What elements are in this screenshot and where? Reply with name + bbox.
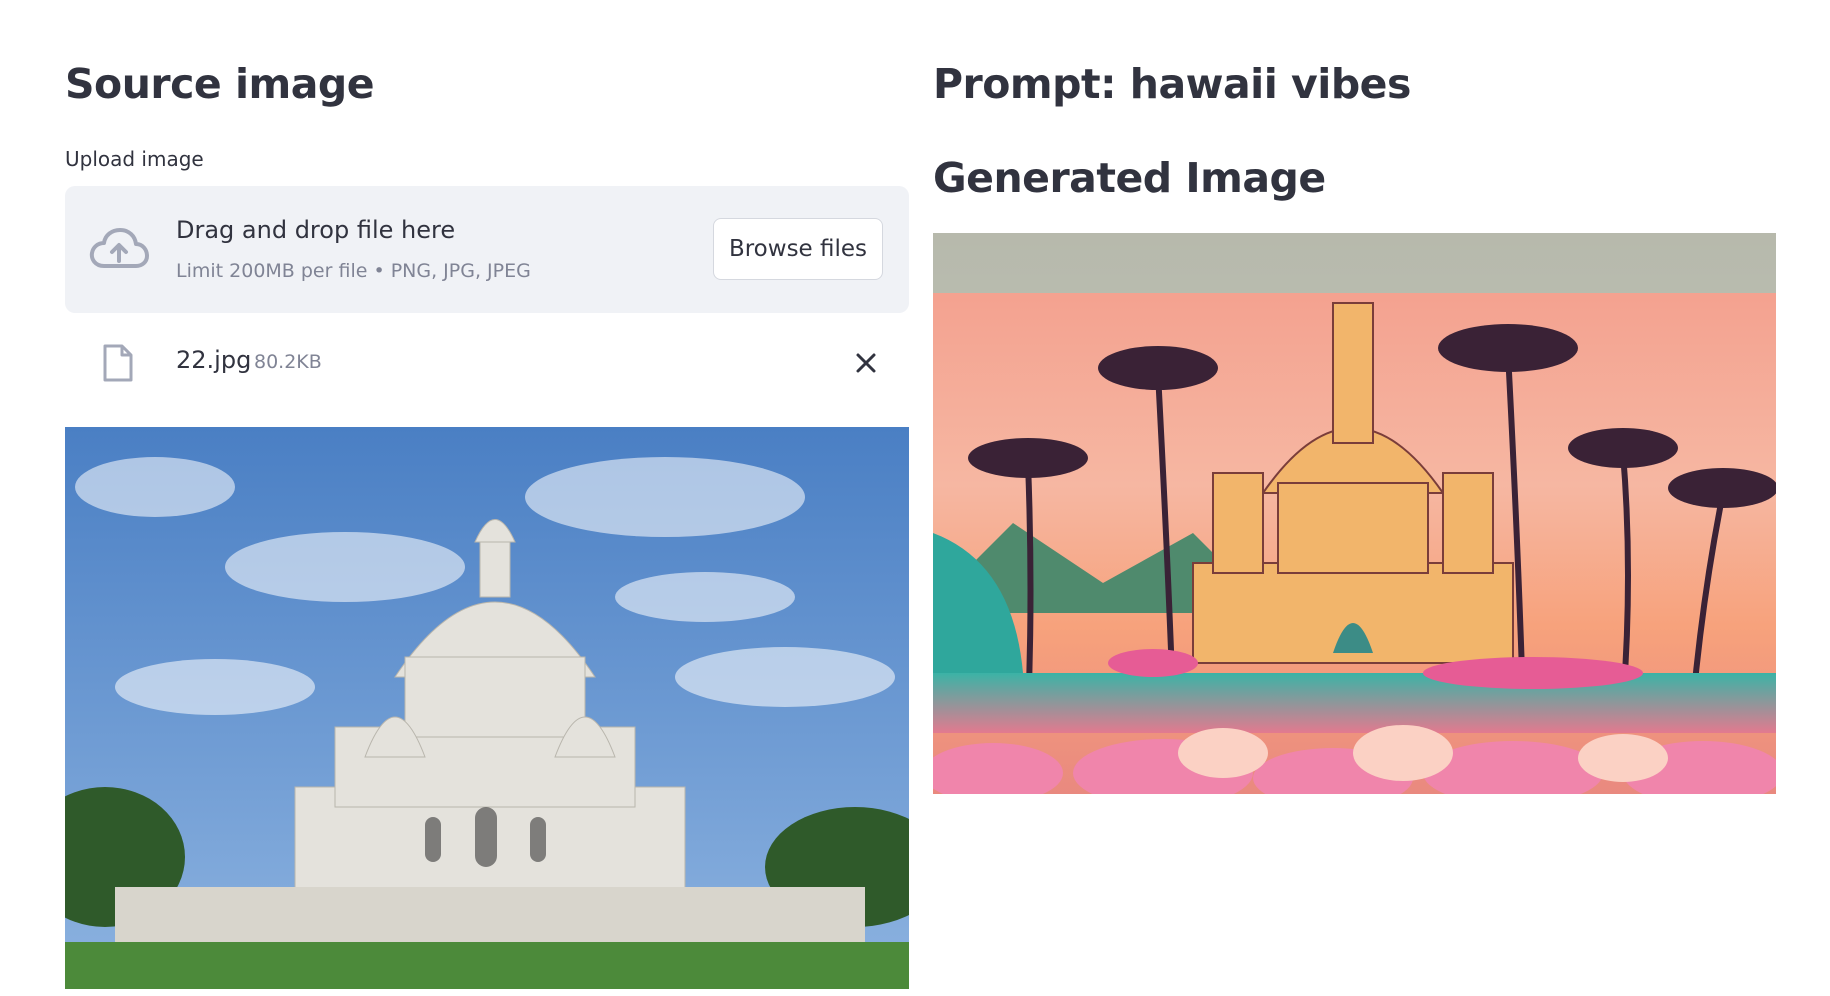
uploaded-file-row: 22.jpg 80.2KB xyxy=(65,335,909,391)
file-size: 80.2KB xyxy=(254,351,322,373)
close-icon[interactable] xyxy=(852,349,880,377)
cloud-upload-icon xyxy=(89,226,149,272)
generated-image xyxy=(933,233,1776,794)
app: Source image Upload image Drag and drop … xyxy=(0,0,1830,996)
upload-label: Upload image xyxy=(65,147,204,171)
source-heading: Source image xyxy=(65,60,375,108)
file-dropzone[interactable]: Drag and drop file here Limit 200MB per … xyxy=(65,186,909,313)
browse-files-button[interactable]: Browse files xyxy=(713,218,883,280)
file-name: 22.jpg xyxy=(176,346,252,374)
source-image xyxy=(65,427,909,989)
file-icon xyxy=(102,343,134,383)
prompt-heading: Prompt: hawaii vibes xyxy=(933,60,1411,108)
generated-heading: Generated Image xyxy=(933,154,1326,202)
dropzone-title: Drag and drop file here xyxy=(176,216,456,244)
dropzone-limits: Limit 200MB per file • PNG, JPG, JPEG xyxy=(176,260,531,282)
